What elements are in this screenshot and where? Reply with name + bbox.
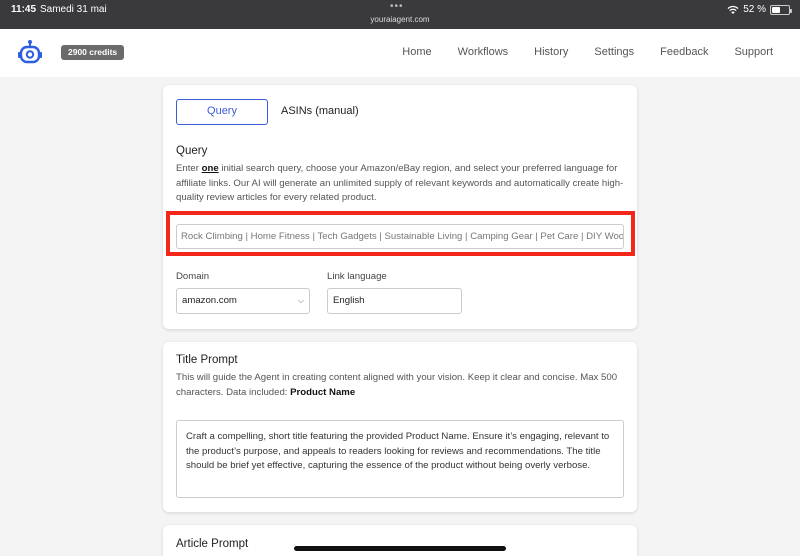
battery-icon [770,4,792,15]
nav-support[interactable]: Support [734,46,773,58]
domain-value: amazon.com [182,295,237,306]
query-card: Query ASINs (manual) Query Enter one ini… [163,85,637,329]
title-prompt-textarea[interactable]: Craft a compelling, short title featurin… [176,420,624,498]
query-input-highlight [166,211,635,256]
query-desc-pre: Enter [176,163,202,174]
status-date: Samedi 31 mai [40,4,107,15]
title-prompt-description: This will guide the Agent in creating co… [176,371,626,400]
link-language-label: Link language [327,271,387,282]
chevron-down-icon: ⌵ [297,296,304,305]
article-prompt-heading: Article Prompt [176,538,249,550]
title-prompt-heading: Title Prompt [176,354,238,366]
robot-icon[interactable] [16,39,44,67]
nav-feedback[interactable]: Feedback [660,46,708,58]
nav-home[interactable]: Home [402,46,431,58]
link-language-input[interactable]: English [327,288,462,314]
nav-history[interactable]: History [534,46,568,58]
article-prompt-card: Article Prompt [163,525,637,556]
nav-settings[interactable]: Settings [594,46,634,58]
domain-select[interactable]: amazon.com ⌵ [176,288,310,314]
main-nav: Home Workflows History Settings Feedback… [402,46,773,58]
title-prompt-desc-text: This will guide the Agent in creating co… [176,372,618,398]
battery-percent: 52 % [743,4,766,15]
home-indicator [294,546,506,551]
query-description: Enter one initial search query, choose y… [176,162,626,206]
credits-badge: 2900 credits [61,45,125,60]
nav-workflows[interactable]: Workflows [458,46,509,58]
top-navbar: 2900 credits Home Workflows History Sett… [0,29,800,77]
query-desc-post: initial search query, choose your Amazon… [176,163,624,203]
query-section-title: Query [176,145,208,157]
address-bar-url[interactable]: youraiagent.com [0,15,800,24]
more-dots-icon[interactable]: ••• [390,1,404,12]
wifi-icon [727,5,739,14]
tab-asins-manual[interactable]: ASINs (manual) [281,105,359,117]
tab-query[interactable]: Query [176,99,268,125]
status-bar: 11:45 Samedi 31 mai ••• youraiagent.com … [0,0,800,29]
title-prompt-desc-bold: Product Name [290,386,356,398]
title-prompt-card: Title Prompt This will guide the Agent i… [163,342,637,512]
status-right: 52 % [727,4,792,15]
domain-label: Domain [176,271,210,282]
status-time: 11:45 [11,4,37,15]
query-desc-bold: one [201,163,219,174]
